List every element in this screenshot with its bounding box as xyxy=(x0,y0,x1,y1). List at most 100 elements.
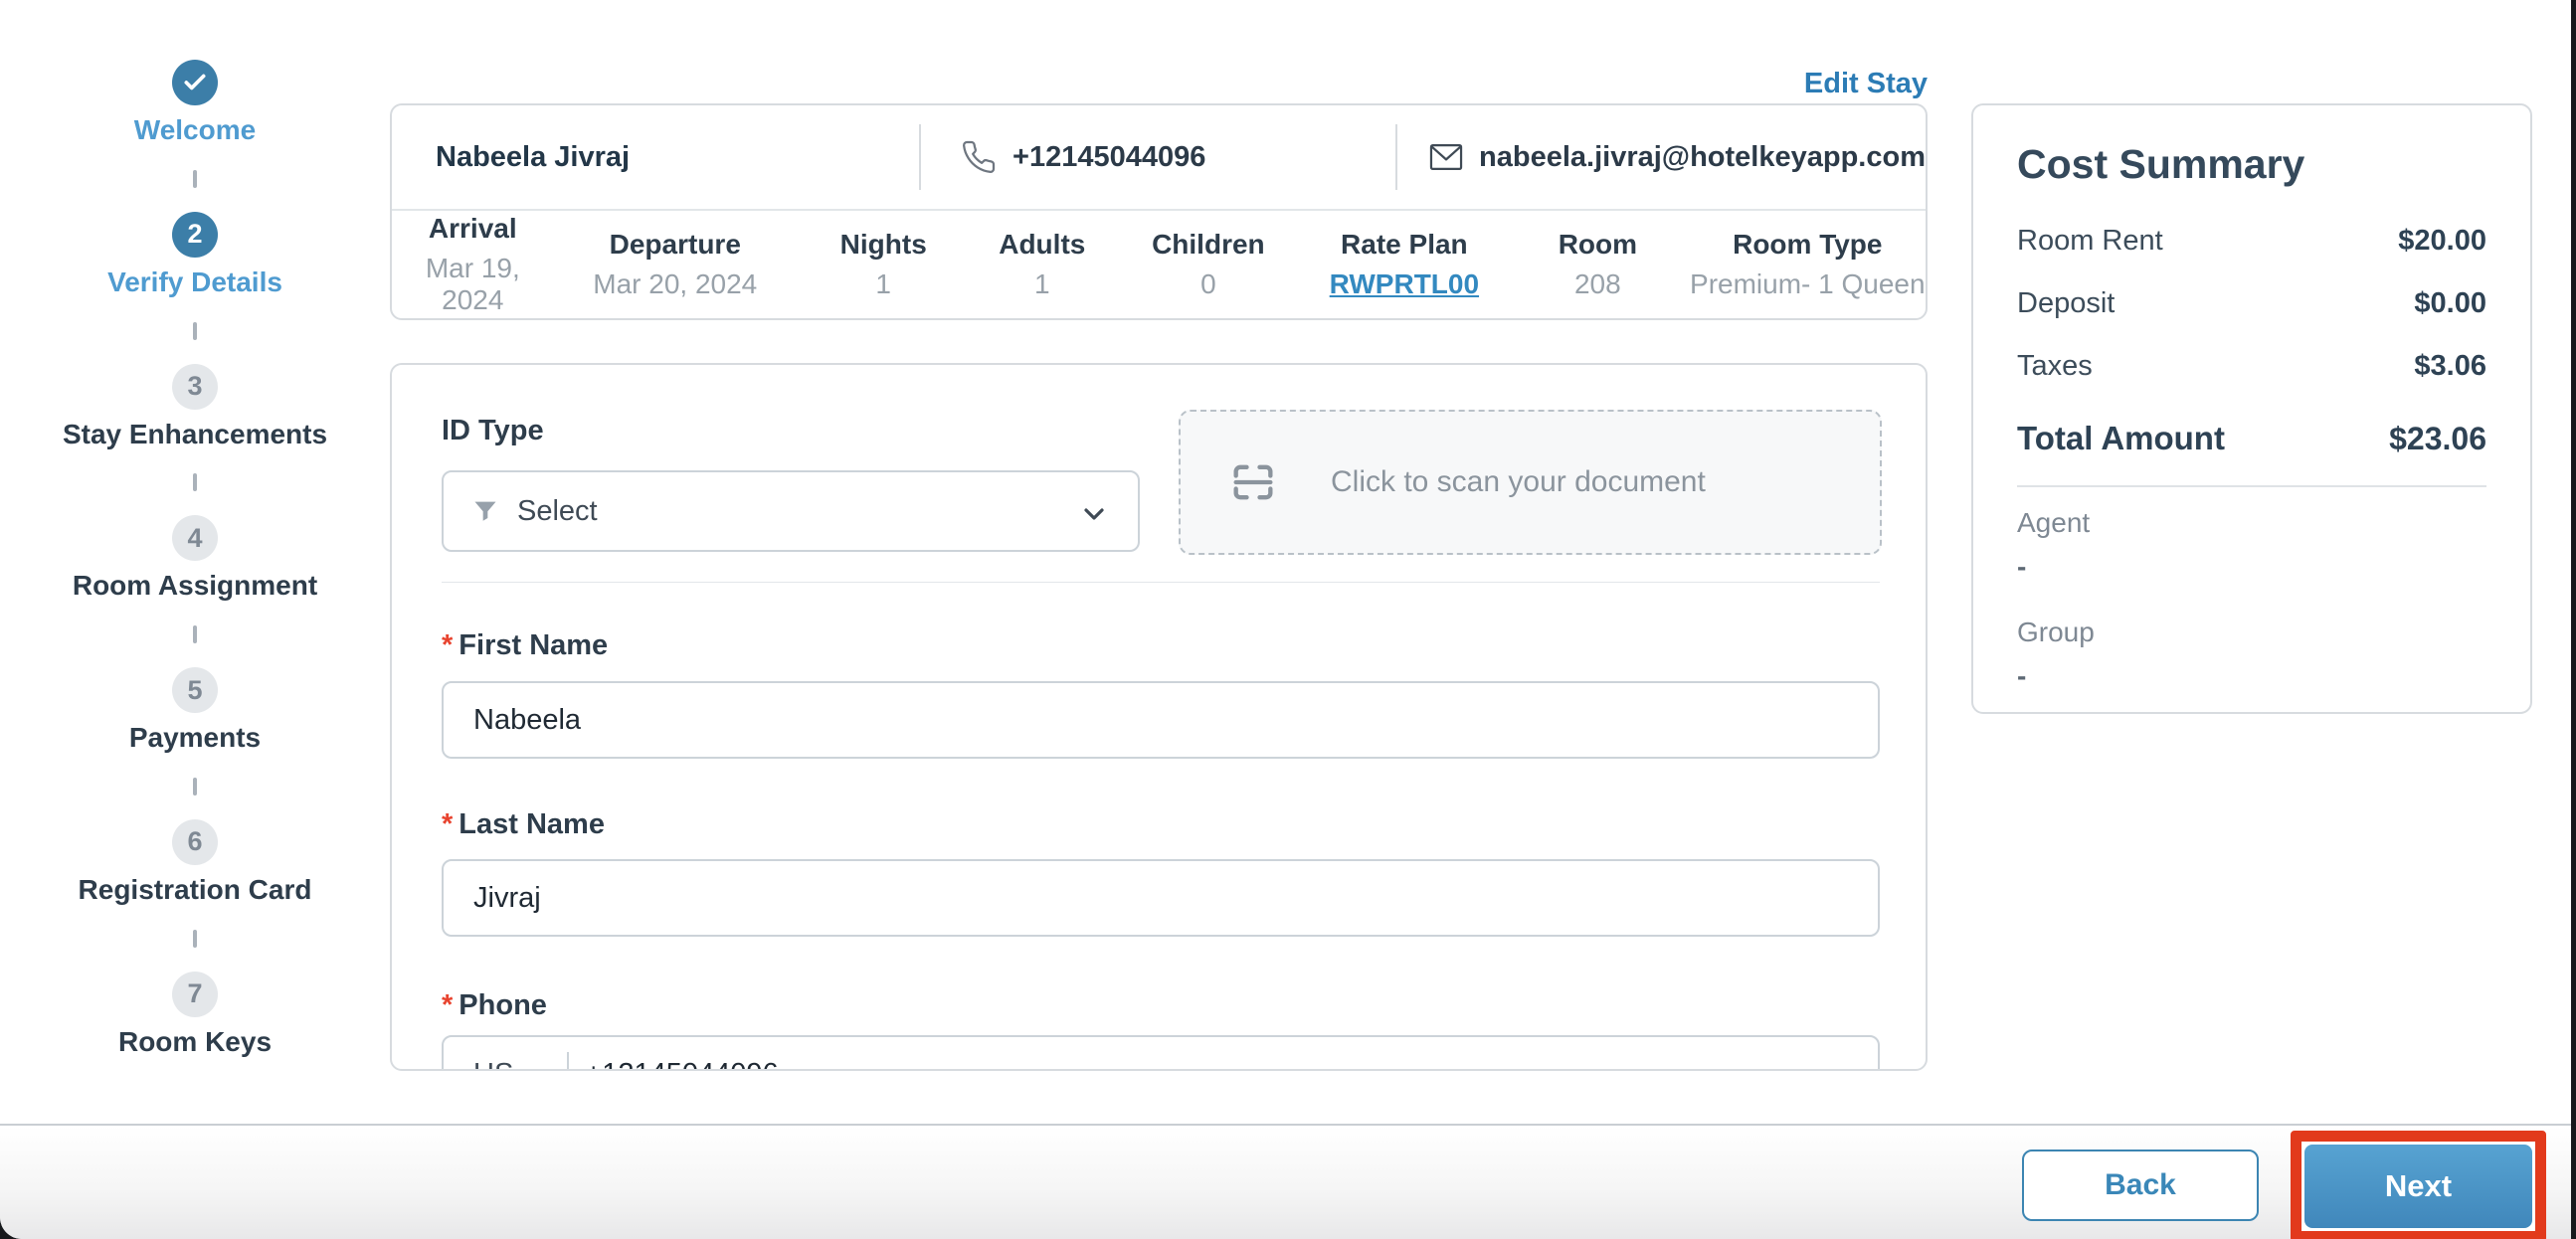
cost-row-value: $0.00 xyxy=(2414,287,2486,319)
app-window: Welcome 2 Verify Details 3 Stay Enhancem… xyxy=(0,0,2576,1239)
scan-document-label: Click to scan your document xyxy=(1331,465,1706,498)
cost-row-label: Taxes xyxy=(2017,350,2093,382)
stay-column-departure: Departure Mar 20, 2024 xyxy=(554,229,797,300)
stay-label: Departure xyxy=(609,229,741,260)
last-name-label-text: Last Name xyxy=(459,808,605,840)
check-icon xyxy=(182,70,208,95)
step-label: Room Keys xyxy=(117,1025,273,1057)
phone-field[interactable]: US +12145044096 xyxy=(442,1035,1880,1070)
stay-value: 1 xyxy=(875,268,891,299)
guest-email: nabeela.jivraj@hotelkeyapp.com xyxy=(1479,140,1926,173)
first-name-field[interactable]: Nabeela xyxy=(442,681,1880,759)
stay-label: Nights xyxy=(839,229,927,260)
stay-value: Premium- 1 Queen xyxy=(1690,268,1926,299)
wizard-footer-bar: Back Next xyxy=(0,1124,2571,1239)
stepper-connector xyxy=(193,929,197,948)
scan-document-dropzone[interactable]: Click to scan your document xyxy=(1179,410,1882,555)
phone-label-text: Phone xyxy=(459,989,547,1021)
last-name-label: * Last Name xyxy=(442,808,605,841)
step-number: 5 xyxy=(171,667,218,714)
filter-icon xyxy=(471,497,499,525)
stay-value: Mar 20, 2024 xyxy=(593,268,758,299)
stay-column-nights: Nights 1 xyxy=(797,229,971,300)
cost-row-value: $20.00 xyxy=(2398,225,2486,257)
cost-row-deposit: Deposit $0.00 xyxy=(2017,287,2486,320)
step-label: Verify Details xyxy=(107,266,282,297)
agent-label: Agent xyxy=(2017,507,2091,538)
checkin-wizard-screen: Welcome 2 Verify Details 3 Stay Enhancem… xyxy=(0,0,2571,1239)
cost-row-value: $3.06 xyxy=(2414,350,2486,382)
stepper-step-verify-details[interactable]: 2 Verify Details xyxy=(107,211,282,298)
last-name-field[interactable]: Jivraj xyxy=(442,859,1880,937)
step-label: Payments xyxy=(128,722,262,754)
phone-number-value: +12145044096 xyxy=(585,1058,778,1070)
guest-phone-group: +12145044096 xyxy=(921,105,1395,209)
step-label: Welcome xyxy=(133,114,257,145)
stepper-step-registration-card[interactable]: 6 Registration Card xyxy=(78,818,312,906)
stepper-step-room-assignment[interactable]: 4 Room Assignment xyxy=(73,515,317,602)
chevron-down-icon xyxy=(1078,498,1110,535)
cost-row-room-rent: Room Rent $20.00 xyxy=(2017,225,2486,258)
stay-label: Room xyxy=(1558,229,1638,260)
guest-details-form-card: ID Type Select Click to scan your docume… xyxy=(390,363,1928,1071)
cost-summary-card: Cost Summary Room Rent $20.00 Deposit $0… xyxy=(1971,103,2532,714)
guest-name: Nabeela Jivraj xyxy=(436,140,631,173)
first-name-label-text: First Name xyxy=(459,629,609,661)
chevron-down-icon xyxy=(529,1063,551,1069)
email-icon xyxy=(1427,138,1465,176)
stay-column-children: Children 0 xyxy=(1114,229,1303,300)
back-button[interactable]: Back xyxy=(2022,1150,2259,1221)
cost-row-taxes: Taxes $3.06 xyxy=(2017,350,2486,383)
agent-value: - xyxy=(2017,551,2027,582)
next-button[interactable]: Next xyxy=(2304,1145,2532,1228)
step-number: 2 xyxy=(172,211,218,258)
stepper-step-payments[interactable]: 5 Payments xyxy=(129,667,261,754)
stepper-step-welcome[interactable]: Welcome xyxy=(134,60,256,146)
phone-country-code[interactable]: US xyxy=(473,1058,513,1070)
stay-column-arrival: Arrival Mar 19, 2024 xyxy=(392,213,554,316)
step-label: Registration Card xyxy=(78,873,312,905)
required-asterisk: * xyxy=(442,989,454,1021)
total-amount-label: Total Amount xyxy=(2017,420,2225,456)
stepper-step-stay-enhancements[interactable]: 3 Stay Enhancements xyxy=(63,363,327,450)
section-divider xyxy=(442,582,1880,583)
section-divider xyxy=(2017,485,2486,487)
required-asterisk: * xyxy=(442,808,454,840)
edit-stay-link[interactable]: Edit Stay xyxy=(1804,68,1928,100)
rate-plan-link[interactable]: RWPRTL00 xyxy=(1303,268,1506,300)
guest-phone: +12145044096 xyxy=(1012,140,1206,173)
phone-label: * Phone xyxy=(442,989,547,1022)
stepper-connector xyxy=(193,625,197,644)
first-name-label: * First Name xyxy=(442,629,608,662)
id-type-select[interactable]: Select xyxy=(442,470,1140,552)
stepper-connector xyxy=(193,169,197,188)
guest-summary-card: Nabeela Jivraj +12145044096 nabeela.jivr… xyxy=(390,103,1928,320)
stay-label: Adults xyxy=(999,229,1086,260)
phone-icon xyxy=(961,139,997,175)
stay-value: 208 xyxy=(1573,268,1621,299)
header-actions: Edit Stay xyxy=(390,68,1928,100)
cost-total-row: Total Amount $23.06 xyxy=(2017,420,2486,457)
stepper-step-room-keys[interactable]: 7 Room Keys xyxy=(117,971,273,1058)
guest-contact-row: Nabeela Jivraj +12145044096 nabeela.jivr… xyxy=(392,105,1926,211)
stay-value: Mar 19, 2024 xyxy=(425,253,520,315)
cost-summary-title: Cost Summary xyxy=(2017,141,2305,187)
step-label: Room Assignment xyxy=(72,570,318,602)
step-number: 3 xyxy=(171,363,218,410)
stay-details-row: Arrival Mar 19, 2024 Departure Mar 20, 2… xyxy=(392,211,1926,318)
step-complete-circle xyxy=(171,60,218,105)
stay-label: Rate Plan xyxy=(1341,229,1468,260)
checkin-stepper: Welcome 2 Verify Details 3 Stay Enhancem… xyxy=(0,60,390,1058)
stay-label: Arrival xyxy=(428,213,517,244)
stay-column-adults: Adults 1 xyxy=(970,229,1114,300)
vertical-divider xyxy=(567,1052,570,1069)
total-amount-value: $23.06 xyxy=(2389,421,2486,456)
group-value: - xyxy=(2017,660,2027,691)
next-button-highlight-annotation: Next xyxy=(2291,1131,2546,1239)
scan-icon xyxy=(1225,456,1281,508)
cost-row-label: Room Rent xyxy=(2017,225,2163,257)
guest-email-group: nabeela.jivraj@hotelkeyapp.com xyxy=(1397,105,1926,209)
stay-label: Room Type xyxy=(1733,229,1883,260)
cost-row-label: Deposit xyxy=(2017,287,2116,319)
required-asterisk: * xyxy=(442,629,454,661)
